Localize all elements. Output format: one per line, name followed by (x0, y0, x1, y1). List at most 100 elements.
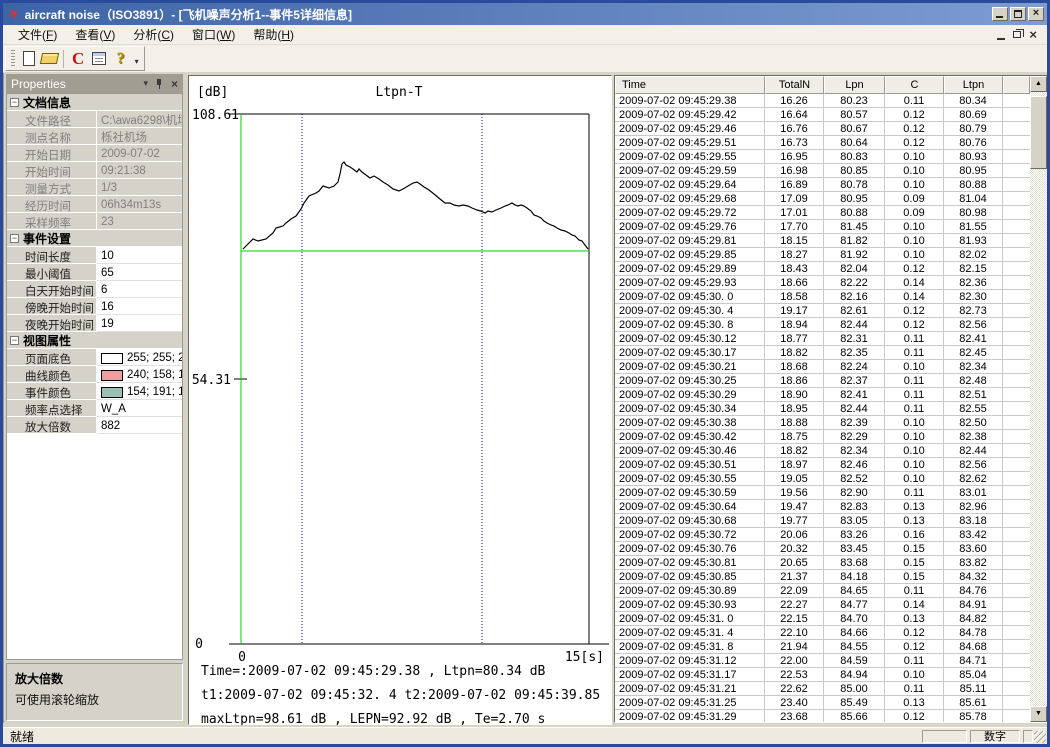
property-row[interactable]: 开始日期2009-07-02 (7, 145, 182, 162)
property-section-header[interactable]: −文档信息 (7, 94, 182, 111)
property-row[interactable]: 白天开始时间6 (7, 281, 182, 298)
property-row[interactable]: 开始时间09:21:38 (7, 162, 182, 179)
table-row[interactable]: 2009-07-02 09:45:30.8922.0984.650.1184.7… (615, 584, 1030, 598)
table-row[interactable]: 2009-07-02 09:45:30.4618.8282.340.1082.4… (615, 444, 1030, 458)
property-row[interactable]: 测点名称栎社机场 (7, 128, 182, 145)
table-row[interactable]: 2009-07-02 09:45:31. 821.9484.550.1284.6… (615, 640, 1030, 654)
property-section-header[interactable]: −事件设置 (7, 230, 182, 247)
property-row[interactable]: 夜晚开始时间19 (7, 315, 182, 332)
mdi-close-icon[interactable]: × (1029, 30, 1037, 40)
table-row[interactable]: 2009-07-02 09:45:30.7620.3283.450.1583.6… (615, 542, 1030, 556)
table-row[interactable]: 2009-07-02 09:45:29.6416.8980.780.1080.8… (615, 178, 1030, 192)
property-value[interactable]: 240; 158; 15 (97, 366, 182, 383)
table-row[interactable]: 2009-07-02 09:45:31.1222.0084.590.1184.7… (615, 654, 1030, 668)
table-row[interactable]: 2009-07-02 09:45:30.5519.0582.520.1082.6… (615, 472, 1030, 486)
collapse-icon[interactable]: − (10, 336, 19, 345)
title-bar[interactable]: ✈ aircraft noise（ISO3891）- [飞机噪声分析1--事件5… (3, 3, 1047, 25)
property-value[interactable]: 09:21:38 (97, 162, 182, 179)
menu-item-4[interactable]: 帮助(H) (244, 24, 303, 45)
column-header-c[interactable]: C (885, 76, 944, 94)
table-row[interactable]: 2009-07-02 09:45:29.8918.4382.040.1282.1… (615, 262, 1030, 276)
table-row[interactable]: 2009-07-02 09:45:30.1718.8282.350.1182.4… (615, 346, 1030, 360)
collapse-icon[interactable]: − (10, 234, 19, 243)
property-value[interactable]: 10 (97, 247, 182, 264)
properties-button[interactable] (89, 48, 110, 69)
scroll-up-arrow-icon[interactable]: ▲ (1030, 76, 1047, 92)
property-row[interactable]: 采样频率23 (7, 213, 182, 230)
panel-menu-chevron-icon[interactable]: ▾ (143, 78, 148, 89)
property-value[interactable]: 154; 191; 18 (97, 383, 182, 400)
maximize-button[interactable] (1010, 7, 1026, 21)
scrollbar-thumb[interactable] (1030, 96, 1047, 169)
table-row[interactable]: 2009-07-02 09:45:30.2918.9082.410.1182.5… (615, 388, 1030, 402)
toolbar-grip[interactable] (11, 50, 15, 68)
table-row[interactable]: 2009-07-02 09:45:31.2523.4085.490.1385.6… (615, 696, 1030, 710)
table-row[interactable]: 2009-07-02 09:45:30.2118.6882.240.1082.3… (615, 360, 1030, 374)
property-row[interactable]: 最小阈值65 (7, 264, 182, 281)
property-value[interactable]: 16 (97, 298, 182, 315)
column-header-lpn[interactable]: Lpn (824, 76, 885, 94)
table-row[interactable]: 2009-07-02 09:45:30.3818.8882.390.1082.5… (615, 416, 1030, 430)
table-row[interactable]: 2009-07-02 09:45:29.6817.0980.950.0981.0… (615, 192, 1030, 206)
property-value[interactable]: W_A (97, 400, 182, 417)
property-value[interactable]: C:\awa6298\机场 (97, 111, 182, 128)
open-file-button[interactable] (39, 48, 60, 69)
table-row[interactable]: 2009-07-02 09:45:30.5118.9782.460.1082.5… (615, 458, 1030, 472)
column-header-ltpn[interactable]: Ltpn (944, 76, 1003, 94)
property-value[interactable]: 23 (97, 213, 182, 230)
table-row[interactable]: 2009-07-02 09:45:31.2122.6285.000.1185.1… (615, 682, 1030, 696)
table-row[interactable]: 2009-07-02 09:45:30.9322.2784.770.1484.9… (615, 598, 1030, 612)
help-button[interactable]: ? (110, 48, 131, 69)
table-row[interactable]: 2009-07-02 09:45:30.4218.7582.290.1082.3… (615, 430, 1030, 444)
table-row[interactable]: 2009-07-02 09:45:30. 419.1782.610.1282.7… (615, 304, 1030, 318)
property-value[interactable]: 2009-07-02 (97, 145, 182, 162)
table-row[interactable]: 2009-07-02 09:45:29.3816.2680.230.1180.3… (615, 94, 1030, 108)
mdi-minimize-icon[interactable] (997, 38, 1005, 40)
property-row[interactable]: 时间长度10 (7, 247, 182, 264)
property-value[interactable]: 255; 255; 25 (97, 349, 182, 366)
menu-item-2[interactable]: 分析(C) (124, 24, 183, 45)
scroll-down-arrow-icon[interactable]: ▼ (1030, 706, 1047, 722)
table-row[interactable]: 2009-07-02 09:45:30.6819.7783.050.1383.1… (615, 514, 1030, 528)
table-row[interactable]: 2009-07-02 09:45:29.4216.6480.570.1280.6… (615, 108, 1030, 122)
table-row[interactable]: 2009-07-02 09:45:29.7217.0180.880.0980.9… (615, 206, 1030, 220)
table-row[interactable]: 2009-07-02 09:45:30.6419.4782.830.1382.9… (615, 500, 1030, 514)
property-value[interactable]: 6 (97, 281, 182, 298)
table-row[interactable]: 2009-07-02 09:45:29.4616.7680.670.1280.7… (615, 122, 1030, 136)
resize-grip[interactable] (1034, 731, 1046, 743)
properties-panel-header[interactable]: Properties ▾ × (6, 74, 183, 93)
menu-item-1[interactable]: 查看(V) (66, 24, 124, 45)
new-file-button[interactable] (18, 48, 39, 69)
pin-icon[interactable] (155, 78, 164, 90)
table-row[interactable]: 2009-07-02 09:45:30.2518.8682.370.1182.4… (615, 374, 1030, 388)
property-row[interactable]: 测量方式1/3 (7, 179, 182, 196)
property-row[interactable]: 事件颜色154; 191; 18 (7, 383, 182, 400)
table-row[interactable]: 2009-07-02 09:45:30.1218.7782.310.1182.4… (615, 332, 1030, 346)
column-header-time[interactable]: Time (615, 76, 765, 94)
table-row[interactable]: 2009-07-02 09:45:29.5516.9580.830.1080.9… (615, 150, 1030, 164)
property-value[interactable]: 65 (97, 264, 182, 281)
table-row[interactable]: 2009-07-02 09:45:29.8518.2781.920.1082.0… (615, 248, 1030, 262)
panel-close-icon[interactable]: × (171, 79, 178, 89)
close-button[interactable]: × (1028, 7, 1044, 21)
table-row[interactable]: 2009-07-02 09:45:31. 422.1084.660.1284.7… (615, 626, 1030, 640)
property-row[interactable]: 傍晚开始时间16 (7, 298, 182, 315)
collapse-icon[interactable]: − (10, 98, 19, 107)
table-row[interactable]: 2009-07-02 09:45:30.8521.3784.180.1584.3… (615, 570, 1030, 584)
table-row[interactable]: 2009-07-02 09:45:30.8120.6583.680.1583.8… (615, 556, 1030, 570)
table-row[interactable]: 2009-07-02 09:45:31. 022.1584.700.1384.8… (615, 612, 1030, 626)
table-row[interactable]: 2009-07-02 09:45:30.5919.5682.900.1183.0… (615, 486, 1030, 500)
property-row[interactable]: 经历时间06h34m13s (7, 196, 182, 213)
column-header-totaln[interactable]: TotalN (765, 76, 824, 94)
table-row[interactable]: 2009-07-02 09:45:29.7617.7081.450.1081.5… (615, 220, 1030, 234)
property-row[interactable]: 放大倍数882 (7, 417, 182, 434)
property-value[interactable]: 06h34m13s (97, 196, 182, 213)
menu-item-3[interactable]: 窗口(W) (183, 24, 244, 45)
table-scrollbar[interactable]: ▲ ▼ (1030, 76, 1047, 722)
minimize-button[interactable] (992, 7, 1008, 21)
table-row[interactable]: 2009-07-02 09:45:31.1722.5384.940.1085.0… (615, 668, 1030, 682)
table-row[interactable]: 2009-07-02 09:45:30.3418.9582.440.1182.5… (615, 402, 1030, 416)
toolbar-overflow-button[interactable]: ▾ (131, 48, 142, 69)
analyze-button[interactable]: C (67, 48, 88, 69)
table-row[interactable]: 2009-07-02 09:45:31.2923.6885.660.1285.7… (615, 710, 1030, 722)
